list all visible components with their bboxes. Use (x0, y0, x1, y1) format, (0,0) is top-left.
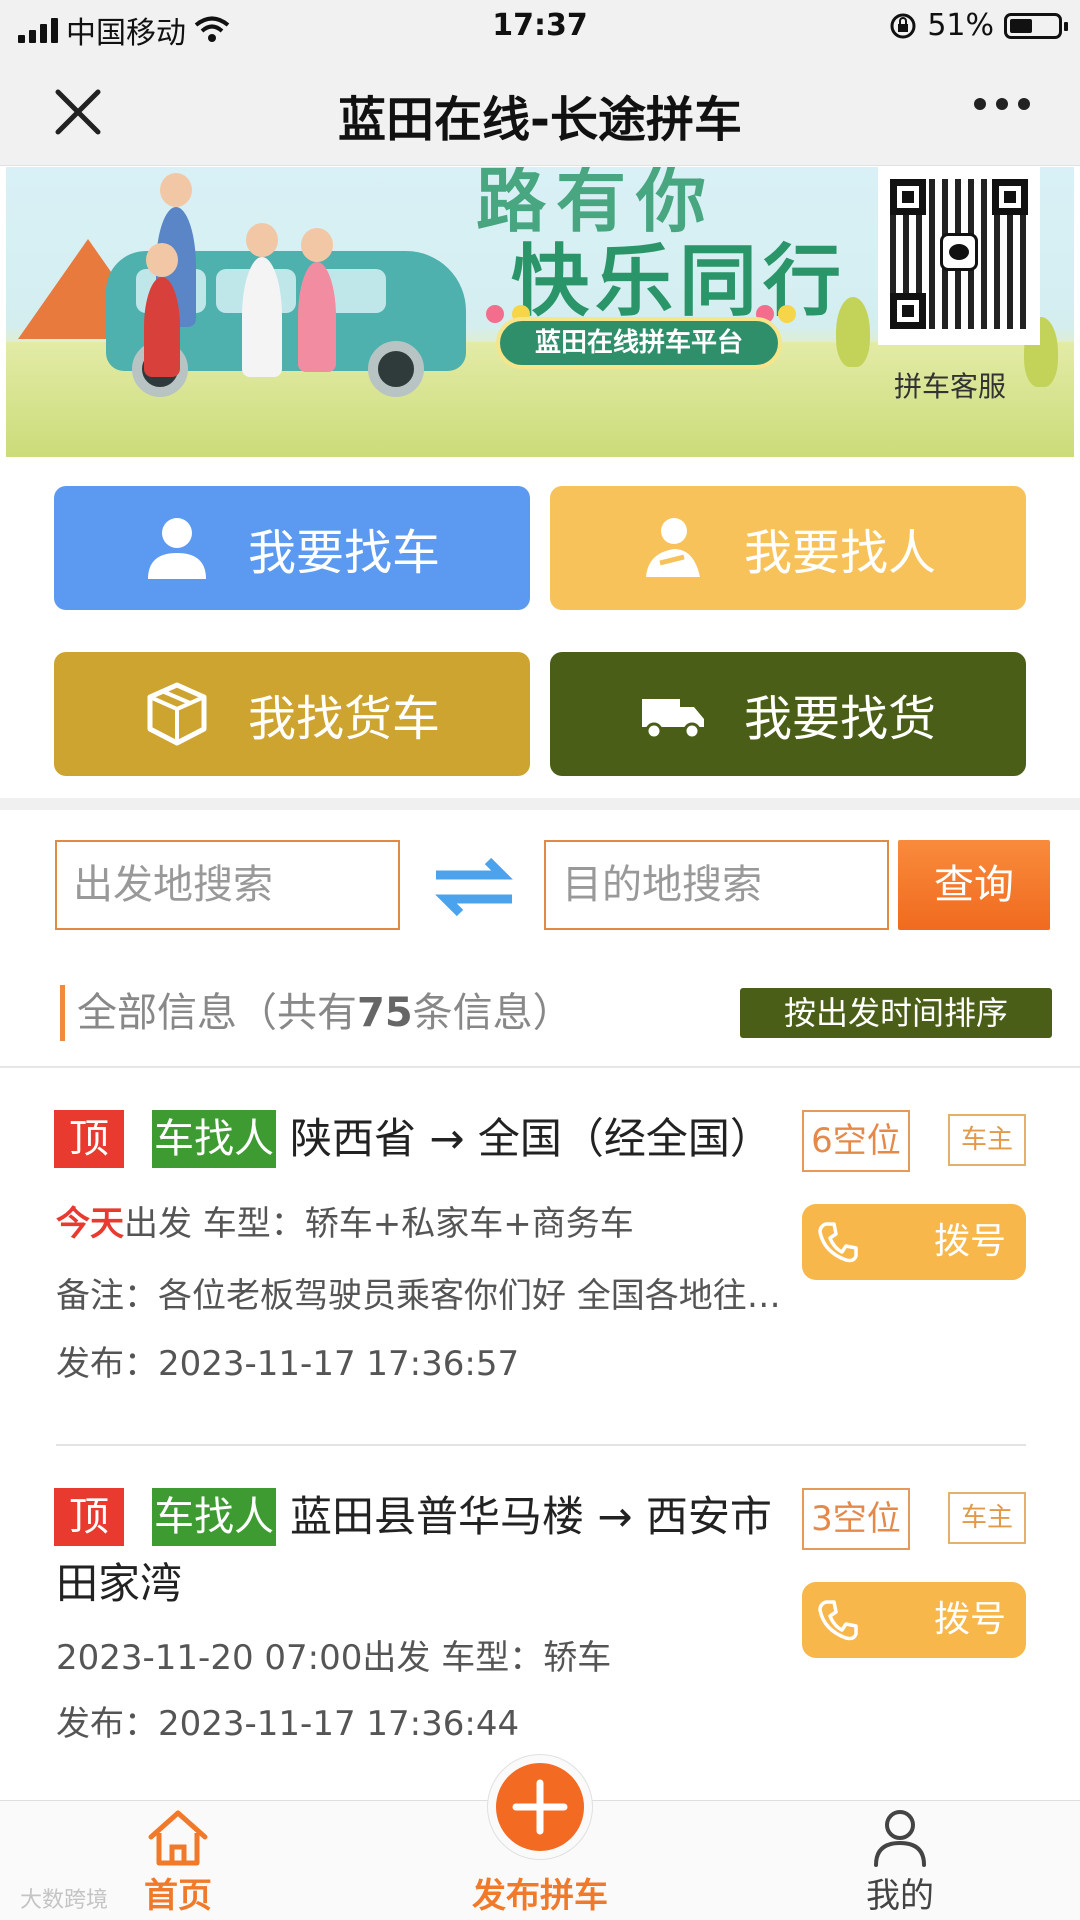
dial-label: 拨号 (933, 1221, 1006, 1262)
list-summary-prefix: 全部信息（共有 (77, 990, 357, 1036)
type-tag: 车找人 (152, 1110, 276, 1168)
published-time: 发布：2023-11-17 17:36:57 (56, 1344, 520, 1384)
swap-icon[interactable] (432, 855, 516, 919)
qr-label: 拼车客服 (894, 370, 1007, 403)
tab-publish-label: 发布拼车 (472, 1876, 608, 1916)
list-count: 75 (357, 990, 413, 1036)
battery-percent: 51% (927, 8, 994, 43)
dial-label: 拨号 (933, 1599, 1006, 1640)
find-car-label: 我要找车 (248, 525, 441, 581)
promo-banner[interactable]: 路有你 快乐同行 蓝田在线拼车平台 拼车客服 (6, 167, 1074, 457)
route-text-continued: 田家湾 (56, 1559, 183, 1608)
platform-badge: 蓝田在线拼车平台 (496, 317, 782, 369)
item-divider (56, 1444, 1026, 1446)
page-title: 蓝田在线-长途拼车 (338, 92, 742, 148)
status-bar: 中国移动 17:37 51% (0, 0, 1080, 54)
person-illustration (144, 243, 180, 377)
section-divider (0, 798, 1080, 810)
rotation-lock-icon (890, 13, 916, 38)
owner-badge: 车主 (948, 1114, 1026, 1166)
find-car-button[interactable]: 我要找车 (54, 486, 530, 610)
departure-today: 今天 (56, 1204, 124, 1244)
find-goods-button[interactable]: 我要找货 (550, 652, 1026, 776)
pinned-tag: 顶 (54, 1488, 124, 1546)
watermark: 大数跨境 (20, 1888, 109, 1913)
package-icon (147, 682, 207, 746)
departure-rest: 出发 车型：轿车+私家车+商务车 (124, 1204, 634, 1244)
list-divider (0, 1066, 1080, 1068)
find-person-label: 我要找人 (744, 525, 937, 581)
route-text: 蓝田县普华马楼 → 西安市 (290, 1492, 772, 1541)
nav-bar: 蓝田在线-长途拼车 (0, 54, 1080, 166)
find-goods-label: 我要找货 (744, 691, 937, 747)
route-text: 陕西省 → 全国（经全国） (290, 1114, 772, 1163)
plus-icon (512, 1779, 568, 1835)
published-time: 发布：2023-11-17 17:36:44 (56, 1704, 520, 1744)
person-icon (148, 518, 206, 579)
driver-icon (646, 518, 700, 577)
qr-code[interactable] (878, 167, 1040, 345)
more-icon[interactable] (974, 98, 1030, 110)
find-truck-label: 我找货车 (248, 691, 441, 747)
list-item[interactable]: 顶 车找人 陕西省 → 全国（经全国） 6空位 车主 拨号 今天出发 车型：轿车… (0, 1100, 1080, 1440)
find-truck-button[interactable]: 我找货车 (54, 652, 530, 776)
truck-icon (642, 699, 704, 740)
sort-by-departure-button[interactable]: 按出发时间排序 (740, 988, 1052, 1038)
remark-text: 备注：各位老板驾驶员乘客你们好 全国各地往… (56, 1276, 781, 1316)
pinned-tag: 顶 (54, 1110, 124, 1168)
query-button[interactable]: 查询 (898, 840, 1050, 930)
type-tag: 车找人 (152, 1488, 276, 1546)
seats-badge: 3空位 (802, 1488, 910, 1550)
destination-search-input[interactable]: 目的地搜索 (544, 840, 889, 930)
tree-illustration (836, 297, 870, 367)
find-person-button[interactable]: 我要找人 (550, 486, 1026, 610)
tab-me[interactable]: 我的 (800, 1801, 1000, 1920)
owner-badge: 车主 (948, 1492, 1026, 1544)
departure-search-input[interactable]: 出发地搜索 (55, 840, 400, 930)
status-right: 51% (889, 8, 1068, 43)
dial-button[interactable]: 拨号 (802, 1204, 1026, 1280)
publish-button[interactable] (488, 1755, 592, 1859)
phone-icon (818, 1222, 858, 1263)
departure-info: 2023-11-20 07:00出发 车型：轿车 (56, 1638, 612, 1678)
list-summary-suffix: 条信息） (412, 990, 573, 1036)
person-illustration (298, 228, 336, 372)
dial-button[interactable]: 拨号 (802, 1582, 1026, 1658)
home-icon (148, 1810, 208, 1866)
departure-info: 今天出发 车型：轿车+私家车+商务车 (56, 1196, 634, 1245)
user-icon (874, 1810, 926, 1867)
battery-icon (1004, 12, 1068, 39)
wechat-icon (940, 233, 978, 271)
person-illustration (242, 223, 282, 377)
list-summary: 全部信息（共有75条信息） (60, 985, 573, 1041)
seats-badge: 6空位 (802, 1110, 910, 1172)
phone-icon (818, 1600, 858, 1641)
tab-me-label: 我的 (866, 1876, 934, 1916)
list-item[interactable]: 顶 车找人 蓝田县普华马楼 → 西安市 田家湾 3空位 车主 拨号 2023-1… (0, 1478, 1080, 1798)
